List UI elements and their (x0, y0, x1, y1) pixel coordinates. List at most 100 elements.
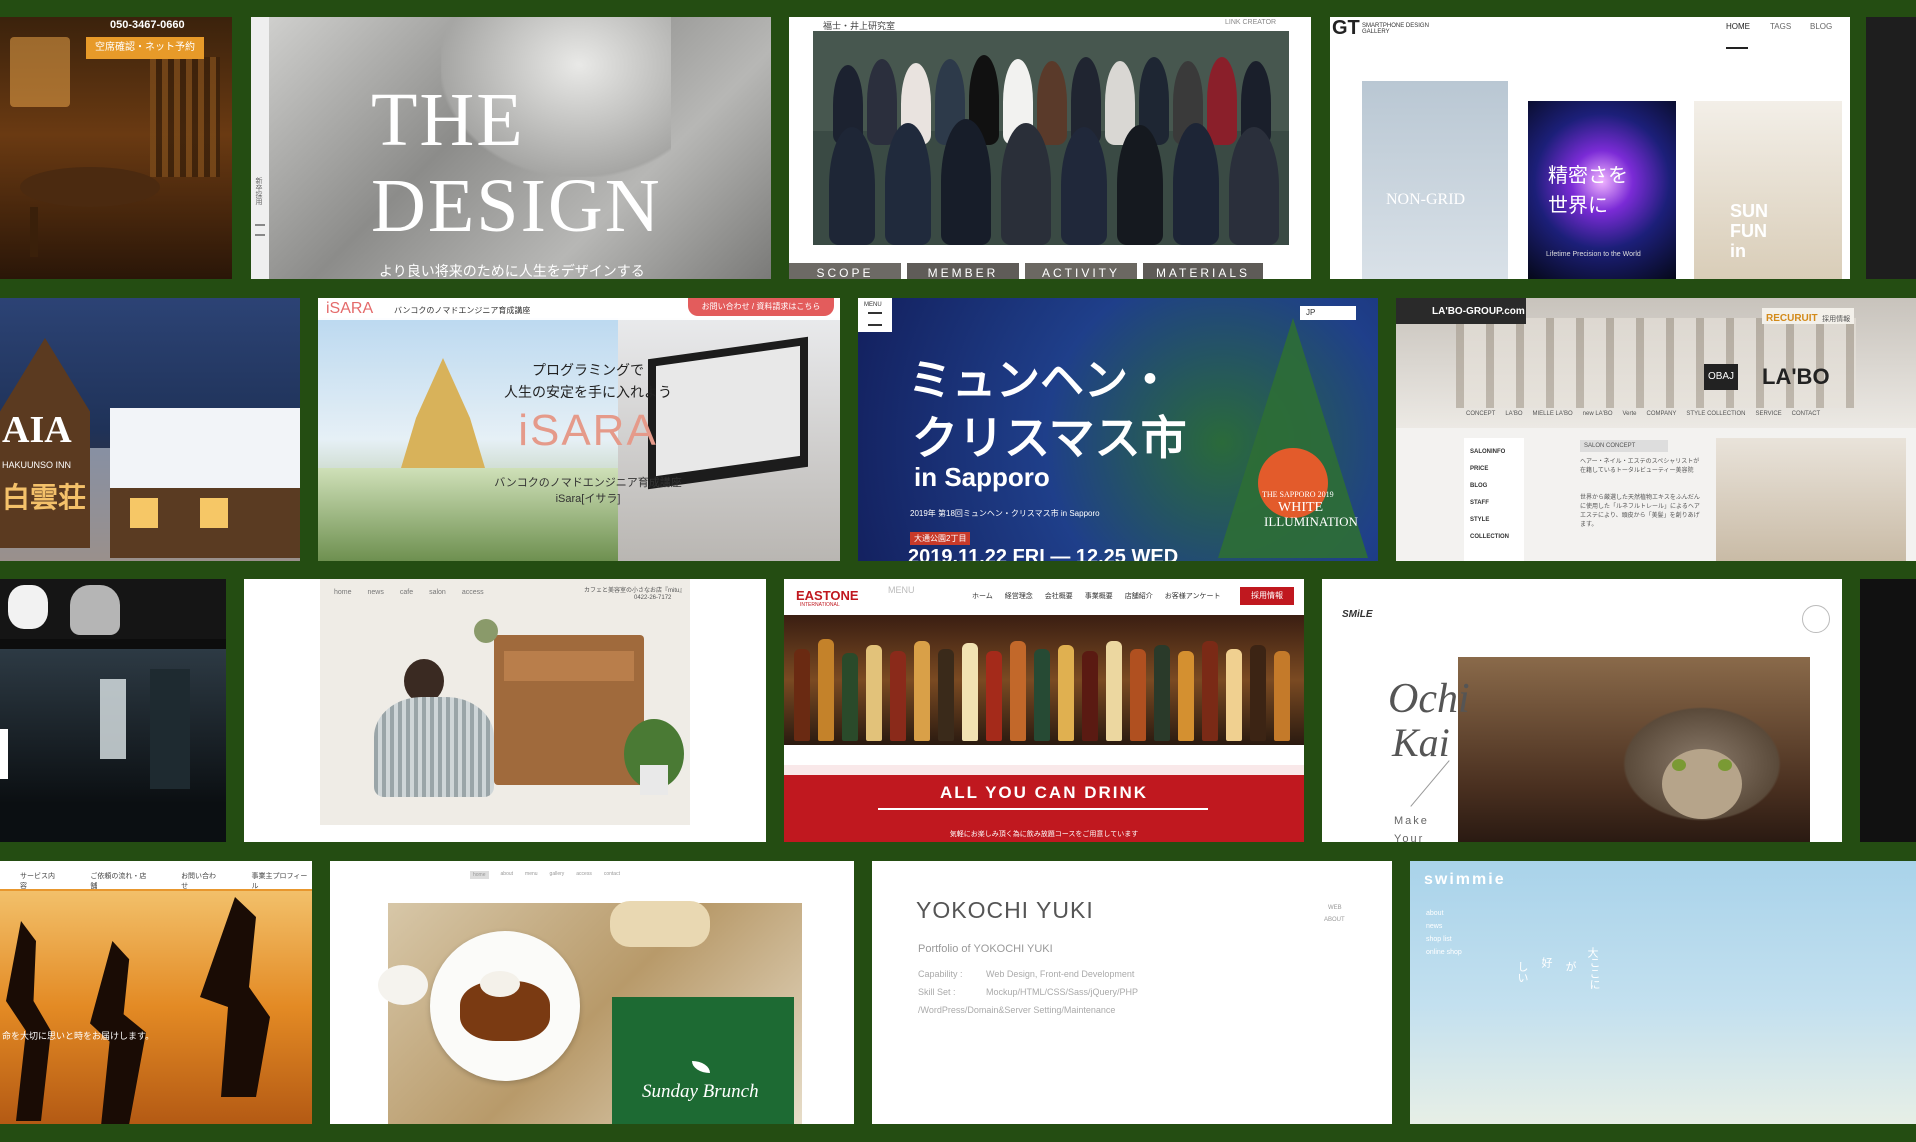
gt-nav-blog[interactable]: BLOG (1810, 22, 1832, 31)
mitu-nav-home[interactable]: home (334, 589, 352, 596)
yokochi-nav-about[interactable]: ABOUT (1324, 917, 1345, 923)
jump-nav-profile[interactable]: 事業主プロフィール (251, 871, 312, 891)
labo-side-price[interactable]: PRICE (1470, 461, 1524, 478)
labo-nav-verte[interactable]: Verte (1623, 411, 1637, 417)
brunch-nav-contact[interactable]: contact (604, 871, 620, 879)
tile-the-design[interactable]: 新卒採用 THE DESIGN より良い将来のために人生をデザインする (251, 17, 771, 279)
yokochi-skill-value-1: Mockup/HTML/CSS/Sass/jQuery/PHP (986, 987, 1139, 997)
labo-recruit-button[interactable]: RECURUIT 採用情報 (1762, 308, 1855, 324)
eastone-nav-business[interactable]: 事業概要 (1085, 591, 1113, 601)
eastone-nav-home[interactable]: ホーム (972, 591, 993, 601)
tile-gt-gallery[interactable]: GT SMARTPHONE DESIGN GALLERY HOME TAGS B… (1330, 17, 1850, 279)
labo-nav-mielle[interactable]: MIELLE LA'BO (1533, 411, 1573, 417)
brunch-nav-home[interactable]: home (470, 871, 489, 879)
gt-card-nongrid[interactable]: NON-GRID (1362, 81, 1508, 279)
swimmie-nav-news[interactable]: news (1426, 920, 1462, 933)
labo-nav-new[interactable]: new LA'BO (1583, 411, 1613, 417)
brunch-nav-about[interactable]: about (501, 871, 514, 879)
eastone-menu[interactable]: MENU (888, 585, 915, 595)
labo-concept-heading: SALON CONCEPT (1580, 440, 1668, 452)
labo-nav-company[interactable]: COMPANY (1647, 411, 1677, 417)
gt-nav-home[interactable]: HOME (1726, 22, 1750, 31)
smile-logo[interactable]: SMiLE (1342, 609, 1373, 620)
swimmie-nav-shoplist[interactable]: shop list (1426, 933, 1462, 946)
yokochi-skill-value-2: /WordPress/Domain&Server Setting/Mainten… (918, 1005, 1116, 1015)
eastone-nav-company[interactable]: 会社概要 (1045, 591, 1073, 601)
tile-edge-row1[interactable] (1866, 17, 1916, 279)
mitu-nav-cafe[interactable]: cafe (400, 589, 413, 596)
mitu-nav-access[interactable]: access (462, 589, 484, 596)
tile-labo[interactable]: LA'BO-GROUP.com RECURUIT 採用情報 OBAJ LA'BO… (1396, 298, 1916, 561)
reserve-button[interactable]: 空席確認・ネット予約 (86, 37, 204, 59)
eastone-nav-philosophy[interactable]: 経営理念 (1005, 591, 1033, 601)
jump-nav-service[interactable]: サービス内容 (20, 871, 60, 891)
labo-nav-concept[interactable]: CONCEPT (1466, 411, 1495, 417)
yokochi-skill-label: Skill Set : (918, 987, 956, 997)
isara-brand-small[interactable]: iSARA (326, 300, 373, 318)
tile-edge-dark[interactable] (1860, 579, 1916, 842)
eastone-nav-stores[interactable]: 店舗紹介 (1125, 591, 1153, 601)
hero-subtitle: より良い将来のために人生をデザインする (379, 263, 645, 279)
labo-side-saloninfo[interactable]: SALONINFO (1470, 444, 1524, 461)
brunch-nav-access[interactable]: access (576, 871, 592, 879)
gt-card-sunfun[interactable]: SUN FUN in (1694, 101, 1842, 279)
tile-yokochi[interactable]: YOKOCHI YUKI WEB ABOUT Portfolio of YOKO… (872, 861, 1392, 1124)
tile-sunday-brunch[interactable]: home about menu gallery access contact S… (330, 861, 854, 1124)
gt-logo[interactable]: GT (1332, 17, 1360, 40)
labo-nav-contact[interactable]: CONTACT (1792, 411, 1821, 417)
gt-card-precision[interactable]: 精密さを 世界に Lifetime Precision to the World (1528, 101, 1676, 279)
side-label: 新卒採用 (255, 177, 262, 205)
hamburger-icon[interactable] (868, 312, 882, 326)
labo-nav-service[interactable]: SERVICE (1755, 411, 1781, 417)
lab-nav-materials[interactable]: MATERIALS (1143, 263, 1263, 279)
recruit-sub: 採用情報 (1822, 316, 1851, 323)
mitu-nav-news[interactable]: news (368, 589, 384, 596)
swimmie-logo[interactable]: swimmie (1424, 871, 1506, 889)
lang-select[interactable]: JP (1300, 306, 1356, 320)
eastone-subtext: 気軽にお楽しみ頂く為に飲み放題コースをご用意しています (949, 831, 1139, 838)
tile-cafe[interactable]: 050-3467-0660 空席確認・ネット予約 (0, 17, 232, 279)
labo-side-style[interactable]: STYLE COLLECTION (1470, 512, 1524, 546)
menu-button[interactable]: MENU (864, 302, 882, 308)
isara-cta-button[interactable]: お問い合わせ / 資料請求はこちら (688, 298, 834, 316)
brunch-nav-menu[interactable]: menu (525, 871, 538, 879)
labo-logo[interactable]: LA'BO (1762, 364, 1830, 390)
eastone-nav-survey[interactable]: お客様アンケート (1165, 591, 1221, 601)
labo-nav-style[interactable]: STYLE COLLECTION (1686, 411, 1745, 417)
tile-eastone[interactable]: EASTONE INTERNATIONAL MENU ホーム 経営理念 会社概要… (784, 579, 1304, 842)
brunch-nav-gallery[interactable]: gallery (550, 871, 565, 879)
tile-isara[interactable]: iSARA バンコクのノマドエンジニア育成講座 お問い合わせ / 資料請求はこち… (318, 298, 840, 561)
tile-night-street[interactable] (0, 579, 226, 842)
tile-lab[interactable]: 福士・井上研究室 LINK CREATOR SCOPE MEMBER ACTIV… (789, 17, 1311, 279)
xmas-dates: 2019.11.22 FRI — 12.25 WED (908, 546, 1179, 561)
labo-side-blog[interactable]: BLOG (1470, 478, 1524, 495)
tile-smile-cat[interactable]: SMiLE Ochi Kai Make Your (1322, 579, 1842, 842)
labo-nav-labo[interactable]: LA'BO (1505, 411, 1522, 417)
eastone-recruit-button[interactable]: 採用情報 (1240, 587, 1294, 605)
jump-nav-flow[interactable]: ご依頼の流れ・店舗 (90, 871, 151, 891)
eastone-logo[interactable]: EASTONE (796, 588, 859, 603)
mitu-nav-salon[interactable]: salon (429, 589, 446, 596)
lab-nav-scope[interactable]: SCOPE (789, 263, 901, 279)
swimmie-nav-about[interactable]: about (1426, 907, 1462, 920)
tile-aia-inn[interactable]: AIA HAKUUNSO INN 白雲荘 (0, 298, 300, 561)
labo-text-2: 世界から厳選した天然植物エキスをふんだんに使用した「ルネフルトレール」によるヘア… (1580, 495, 1700, 528)
lab-links[interactable]: LINK CREATOR (1225, 19, 1276, 26)
yokochi-name[interactable]: YOKOCHI YUKI (916, 897, 1094, 924)
tile-swimmie[interactable]: swimmie about news shop list online shop… (1410, 861, 1916, 1124)
hero-title-line1: THE (371, 78, 525, 162)
lab-nav-activity[interactable]: ACTIVITY (1025, 263, 1137, 279)
labo-domain[interactable]: LA'BO-GROUP.com (1432, 306, 1525, 317)
lab-nav-member[interactable]: MEMBER (907, 263, 1019, 279)
menu-circle-icon[interactable] (1802, 605, 1830, 633)
yokochi-nav-web[interactable]: WEB (1328, 905, 1342, 911)
swimmie-nav-onlineshop[interactable]: online shop (1426, 946, 1462, 959)
labo-side-staff[interactable]: STAFF (1470, 495, 1524, 512)
gt-nav-tags[interactable]: TAGS (1770, 22, 1791, 31)
tile-cafe-mitu[interactable]: home news cafe salon access カフェと美容室の小さなお… (244, 579, 766, 842)
tile-xmas-market[interactable]: MENU JP ミュンヘン・ クリスマス市 in Sapporo 2019年 第… (858, 298, 1378, 561)
tile-jump[interactable]: サービス内容 ご依頼の流れ・店舗 お問い合わせ 事業主プロフィール 命を大切に思… (0, 861, 312, 1124)
jump-nav-contact[interactable]: お問い合わせ (181, 871, 221, 891)
isara-header: バンコクのノマドエンジニア育成講座 (394, 306, 531, 315)
menu-icon[interactable] (255, 224, 265, 236)
